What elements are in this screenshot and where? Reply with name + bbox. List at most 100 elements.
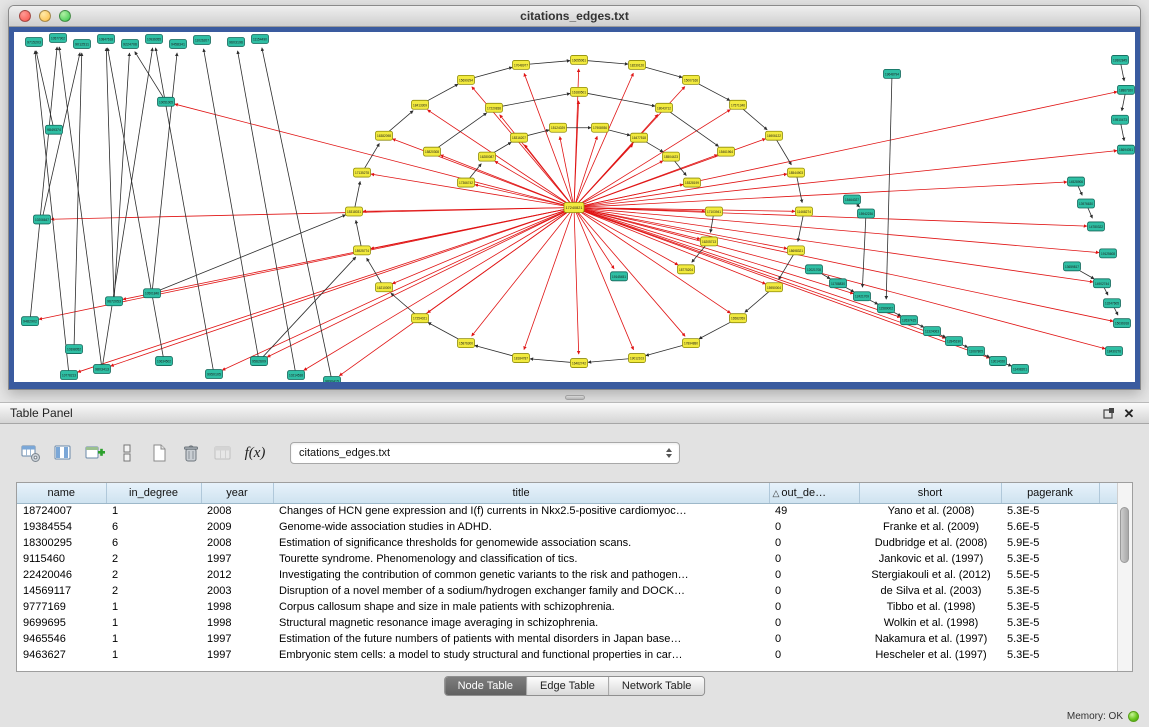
graph-node[interactable]: 17366742 xyxy=(458,178,475,187)
graph-node[interactable]: 10577902 xyxy=(50,33,67,42)
graph-node[interactable]: 14780322 xyxy=(1088,222,1105,231)
graph-node[interactable]: 18775204 xyxy=(678,265,695,274)
graph-node[interactable]: 17220838 xyxy=(486,103,503,112)
graph-node[interactable]: 9603196 xyxy=(228,37,245,46)
graph-node[interactable]: 9458341 xyxy=(170,39,187,48)
graph-node[interactable]: 18867920 xyxy=(1118,85,1135,94)
graph-node[interactable]: 19510473 xyxy=(1112,115,1129,124)
graph-node[interactable]: 15876300 xyxy=(458,339,475,348)
network-canvas[interactable]: 1724082111468274186983211595000416582059… xyxy=(14,32,1135,382)
table-row[interactable]: 969969511998Structural magnetic resonanc… xyxy=(17,615,1119,631)
create-column-button[interactable] xyxy=(80,439,110,467)
graph-node[interactable]: 10398052 xyxy=(66,345,83,354)
graph-node[interactable]: 9672053 xyxy=(106,297,123,306)
table-row[interactable]: 1938455462009Genome-wide association stu… xyxy=(17,519,1119,535)
graph-node[interactable]: 13247605 xyxy=(1104,299,1121,308)
graph-node[interactable]: 15464027 xyxy=(844,195,861,204)
graph-node[interactable]: 18694051 xyxy=(1118,145,1135,154)
graph-node[interactable]: 11468274 xyxy=(796,207,813,216)
graph-node[interactable]: 10778213 xyxy=(61,371,78,380)
graph-node[interactable]: 19648794 xyxy=(884,69,901,78)
graph-node[interactable]: 15820308 xyxy=(424,147,441,156)
graph-node[interactable]: 16205713 xyxy=(701,237,718,246)
table-row[interactable]: 2242004622012Investigating the contribut… xyxy=(17,567,1119,583)
graph-node[interactable]: 15124029 xyxy=(550,123,567,132)
graph-node[interactable]: 17048977 xyxy=(513,60,530,69)
tab-network-table[interactable]: Network Table xyxy=(608,677,705,695)
table-scrollbar-thumb[interactable] xyxy=(1120,507,1129,563)
graph-node[interactable]: 19012103 xyxy=(629,354,646,363)
column-header-name[interactable]: name xyxy=(17,483,106,503)
tab-node-table[interactable]: Node Table xyxy=(445,677,526,695)
table-scrollbar[interactable] xyxy=(1117,483,1132,671)
column-header-out_de[interactable]: △out_de… xyxy=(769,483,859,503)
graph-node[interactable]: 16055061 xyxy=(571,55,588,64)
table-row[interactable]: 946554611997Estimation of the future num… xyxy=(17,631,1119,647)
graph-node[interactable]: 15318031 xyxy=(346,207,363,216)
graph-node[interactable]: 15328199 xyxy=(684,178,701,187)
show-columns-button[interactable] xyxy=(48,439,78,467)
graph-node[interactable]: 17894880 xyxy=(683,339,700,348)
float-panel-button[interactable] xyxy=(1099,404,1119,422)
graph-node[interactable]: 11788830 xyxy=(830,279,847,288)
import-table-button[interactable] xyxy=(208,439,238,467)
delete-table-button[interactable] xyxy=(176,439,206,467)
table-row[interactable]: 1456911722003Disruption of a novel membe… xyxy=(17,583,1119,599)
graph-node[interactable]: 16906122 xyxy=(766,131,783,140)
graph-node[interactable]: 9890415 xyxy=(324,377,341,382)
table-row[interactable]: 946362711997Embryonic stem cells: a mode… xyxy=(17,647,1119,663)
graph-node[interactable]: 19125608 xyxy=(1100,249,1117,258)
graph-node[interactable]: 17103941 xyxy=(706,207,723,216)
graph-node[interactable]: 16477518 xyxy=(631,133,648,142)
graph-node[interactable]: 12637415 xyxy=(901,316,918,325)
graph-node[interactable]: 15007166 xyxy=(683,75,700,84)
graph-node[interactable]: 16382098 xyxy=(376,131,393,140)
graph-node[interactable]: 13014026 xyxy=(990,357,1007,366)
window-titlebar[interactable]: citations_edges.txt xyxy=(9,6,1140,27)
graph-node[interactable]: 18544903 xyxy=(788,168,805,177)
graph-node[interactable]: 13976630 xyxy=(1078,199,1095,208)
graph-node[interactable]: 11498201 xyxy=(1012,365,1029,374)
graph-node[interactable]: 19145451 xyxy=(611,272,628,281)
graph-node[interactable]: 10051005 xyxy=(158,97,175,106)
graph-node[interactable]: 10847618 xyxy=(98,34,115,43)
graph-node[interactable]: 11154490 xyxy=(252,34,269,43)
graph-node[interactable]: 9803413 xyxy=(94,365,111,374)
graph-node[interactable]: 18043712 xyxy=(656,103,673,112)
table-row[interactable]: 911546021997Tourette syndrome. Phenomeno… xyxy=(17,551,1119,567)
graph-node[interactable]: 16210009 xyxy=(376,283,393,292)
graph-node[interactable]: 15699294 xyxy=(458,75,475,84)
column-header-pagerank[interactable]: pagerank xyxy=(1001,483,1099,503)
graph-node[interactable]: 16462742 xyxy=(571,359,588,368)
graph-node[interactable]: 9224706 xyxy=(122,39,139,48)
graph-node[interactable]: 14902744 xyxy=(1094,279,1111,288)
graph-node[interactable]: 9012511 xyxy=(74,39,91,48)
table-row[interactable]: 1872400712008Changes of HCN gene express… xyxy=(17,503,1119,519)
panel-splitter-handle[interactable] xyxy=(565,395,585,400)
graph-node[interactable]: 17571346 xyxy=(730,100,747,109)
graph-node[interactable]: 10634502 xyxy=(156,357,173,366)
graph-node[interactable]: 15950004 xyxy=(766,283,783,292)
rows-button[interactable] xyxy=(112,439,142,467)
graph-node[interactable]: 18925774 xyxy=(354,246,371,255)
graph-node[interactable]: 10936055 xyxy=(146,34,163,43)
graph-node[interactable]: 17240821 xyxy=(564,203,584,213)
graph-node[interactable]: 9950105 xyxy=(206,370,223,379)
graph-node[interactable]: 11026207 xyxy=(194,35,211,44)
graph-node[interactable]: 9849374 xyxy=(46,125,63,134)
graph-node[interactable]: 14528906 xyxy=(1068,177,1085,186)
graph-node[interactable]: 16582059 xyxy=(730,314,747,323)
graph-node[interactable]: 16189501 xyxy=(571,87,588,96)
column-header-short[interactable]: short xyxy=(859,483,1001,503)
graph-node[interactable]: 11589002 xyxy=(878,304,895,313)
graph-node[interactable]: 15461964 xyxy=(718,147,735,156)
column-header-year[interactable]: year xyxy=(201,483,273,503)
graph-node[interactable]: 19302845 xyxy=(1112,55,1129,64)
function-builder-button[interactable]: f(x) xyxy=(240,439,270,467)
graph-node[interactable]: 11067805 xyxy=(968,347,985,356)
graph-node[interactable]: 15942236 xyxy=(858,209,875,218)
table-options-button[interactable] xyxy=(16,439,46,467)
graph-node[interactable]: 18430276 xyxy=(1106,347,1123,356)
graph-node[interactable]: 18316207 xyxy=(511,133,528,142)
graph-node[interactable]: 10206647 xyxy=(34,215,51,224)
